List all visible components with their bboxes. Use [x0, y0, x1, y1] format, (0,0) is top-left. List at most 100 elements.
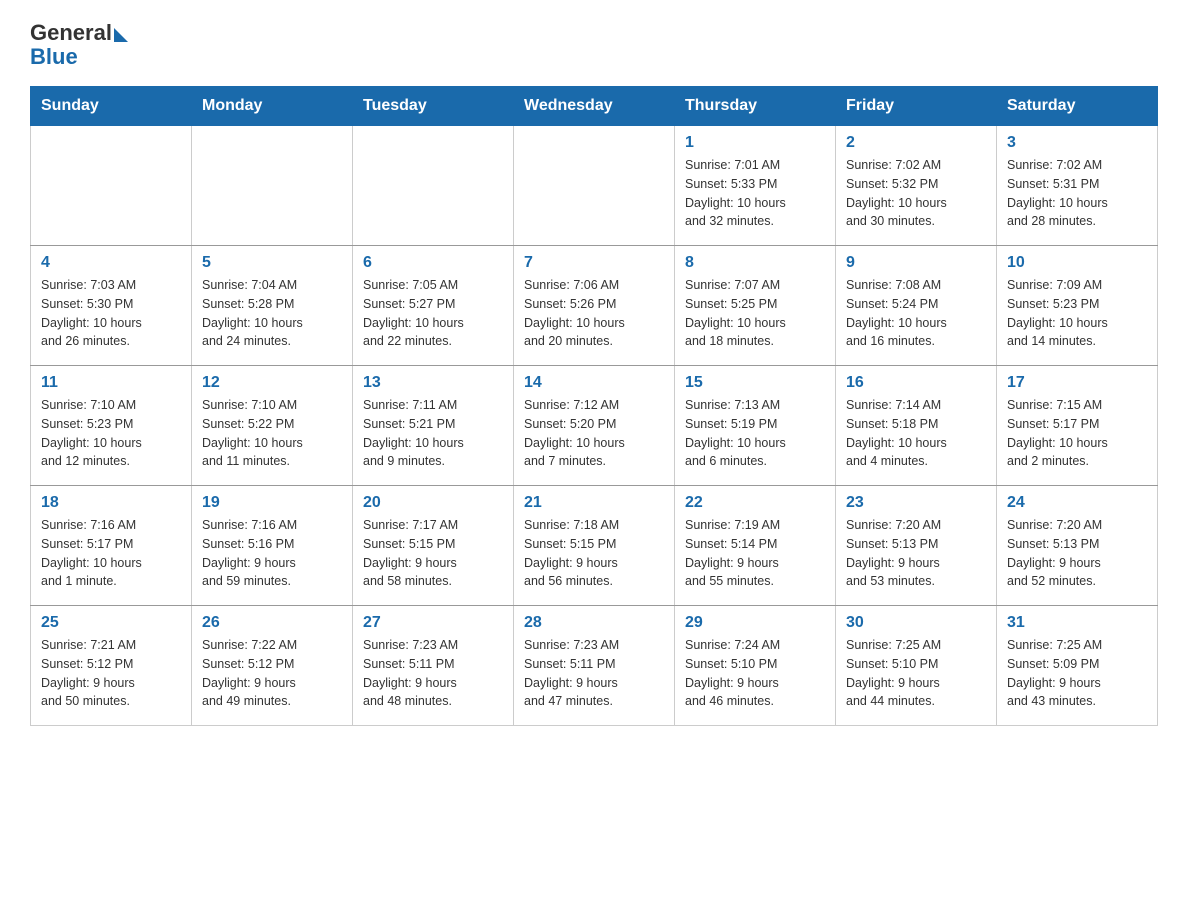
day-number: 16	[846, 374, 986, 392]
calendar-cell: 14 Sunrise: 7:12 AMSunset: 5:20 PMDayligh…	[514, 366, 675, 486]
day-info: Sunrise: 7:14 AMSunset: 5:18 PMDaylight:…	[846, 396, 986, 471]
calendar-cell	[31, 126, 192, 246]
calendar-cell: 21Sunrise: 7:18 AMSunset: 5:15 PMDayligh…	[514, 486, 675, 606]
day-info: Sunrise: 7:01 AMSunset: 5:33 PMDaylight:…	[685, 156, 825, 231]
day-number: 26	[202, 614, 342, 632]
calendar-cell: 31 Sunrise: 7:25 AMSunset: 5:09 PMDayligh…	[997, 606, 1158, 726]
calendar-cell: 8Sunrise: 7:07 AMSunset: 5:25 PMDaylight…	[675, 246, 836, 366]
calendar-week-5: 25 Sunrise: 7:21 AMSunset: 5:12 PMDayligh…	[31, 606, 1158, 726]
day-number: 10	[1007, 254, 1147, 272]
day-info: Sunrise: 7:23 AMSunset: 5:11 PMDaylight:…	[363, 636, 503, 711]
calendar-cell: 13Sunrise: 7:11 AMSunset: 5:21 PMDayligh…	[353, 366, 514, 486]
calendar-cell: 22Sunrise: 7:19 AMSunset: 5:14 PMDayligh…	[675, 486, 836, 606]
day-number: 1	[685, 134, 825, 152]
calendar-cell	[192, 126, 353, 246]
calendar-week-1: 1 Sunrise: 7:01 AMSunset: 5:33 PMDaylight…	[31, 126, 1158, 246]
day-info: Sunrise: 7:17 AMSunset: 5:15 PMDaylight:…	[363, 516, 503, 591]
calendar-cell: 6 Sunrise: 7:05 AMSunset: 5:27 PMDaylight…	[353, 246, 514, 366]
day-info: Sunrise: 7:02 AMSunset: 5:31 PMDaylight:…	[1007, 156, 1147, 231]
weekday-header-sunday: Sunday	[31, 87, 192, 126]
day-number: 24	[1007, 494, 1147, 512]
weekday-header-monday: Monday	[192, 87, 353, 126]
calendar-body: 1 Sunrise: 7:01 AMSunset: 5:33 PMDaylight…	[31, 126, 1158, 726]
calendar-cell	[514, 126, 675, 246]
day-number: 30	[846, 614, 986, 632]
day-info: Sunrise: 7:13 AMSunset: 5:19 PMDaylight:…	[685, 396, 825, 471]
day-info: Sunrise: 7:20 AMSunset: 5:13 PMDaylight:…	[846, 516, 986, 591]
day-number: 9	[846, 254, 986, 272]
day-number: 13	[363, 374, 503, 392]
day-info: Sunrise: 7:19 AMSunset: 5:14 PMDaylight:…	[685, 516, 825, 591]
calendar-cell: 15 Sunrise: 7:13 AMSunset: 5:19 PMDayligh…	[675, 366, 836, 486]
calendar-header: SundayMondayTuesdayWednesdayThursdayFrid…	[31, 87, 1158, 126]
logo-triangle-icon	[114, 28, 128, 42]
day-info: Sunrise: 7:25 AMSunset: 5:09 PMDaylight:…	[1007, 636, 1147, 711]
day-number: 28	[524, 614, 664, 632]
day-info: Sunrise: 7:16 AMSunset: 5:17 PMDaylight:…	[41, 516, 181, 591]
calendar-cell: 11 Sunrise: 7:10 AMSunset: 5:23 PMDayligh…	[31, 366, 192, 486]
day-number: 29	[685, 614, 825, 632]
calendar-table: SundayMondayTuesdayWednesdayThursdayFrid…	[30, 86, 1158, 726]
calendar-cell: 18 Sunrise: 7:16 AMSunset: 5:17 PMDayligh…	[31, 486, 192, 606]
day-info: Sunrise: 7:21 AMSunset: 5:12 PMDaylight:…	[41, 636, 181, 711]
day-info: Sunrise: 7:05 AMSunset: 5:27 PMDaylight:…	[363, 276, 503, 351]
page-header: General Blue	[30, 20, 1158, 70]
weekday-header-thursday: Thursday	[675, 87, 836, 126]
weekday-header-tuesday: Tuesday	[353, 87, 514, 126]
calendar-cell	[353, 126, 514, 246]
day-info: Sunrise: 7:09 AMSunset: 5:23 PMDaylight:…	[1007, 276, 1147, 351]
calendar-cell: 26 Sunrise: 7:22 AMSunset: 5:12 PMDayligh…	[192, 606, 353, 726]
logo-general: General	[30, 20, 112, 46]
calendar-cell: 17 Sunrise: 7:15 AMSunset: 5:17 PMDayligh…	[997, 366, 1158, 486]
day-number: 18	[41, 494, 181, 512]
calendar-cell: 30Sunrise: 7:25 AMSunset: 5:10 PMDayligh…	[836, 606, 997, 726]
day-info: Sunrise: 7:22 AMSunset: 5:12 PMDaylight:…	[202, 636, 342, 711]
calendar-cell: 23 Sunrise: 7:20 AMSunset: 5:13 PMDayligh…	[836, 486, 997, 606]
calendar-cell: 24 Sunrise: 7:20 AMSunset: 5:13 PMDayligh…	[997, 486, 1158, 606]
day-info: Sunrise: 7:10 AMSunset: 5:23 PMDaylight:…	[41, 396, 181, 471]
day-info: Sunrise: 7:07 AMSunset: 5:25 PMDaylight:…	[685, 276, 825, 351]
calendar-cell: 9 Sunrise: 7:08 AMSunset: 5:24 PMDaylight…	[836, 246, 997, 366]
day-info: Sunrise: 7:20 AMSunset: 5:13 PMDaylight:…	[1007, 516, 1147, 591]
weekday-header-wednesday: Wednesday	[514, 87, 675, 126]
day-number: 3	[1007, 134, 1147, 152]
day-number: 11	[41, 374, 181, 392]
day-info: Sunrise: 7:16 AMSunset: 5:16 PMDaylight:…	[202, 516, 342, 591]
calendar-cell: 29 Sunrise: 7:24 AMSunset: 5:10 PMDayligh…	[675, 606, 836, 726]
day-info: Sunrise: 7:08 AMSunset: 5:24 PMDaylight:…	[846, 276, 986, 351]
calendar-cell: 27 Sunrise: 7:23 AMSunset: 5:11 PMDayligh…	[353, 606, 514, 726]
day-number: 25	[41, 614, 181, 632]
day-number: 31	[1007, 614, 1147, 632]
day-info: Sunrise: 7:02 AMSunset: 5:32 PMDaylight:…	[846, 156, 986, 231]
calendar-cell: 10 Sunrise: 7:09 AMSunset: 5:23 PMDayligh…	[997, 246, 1158, 366]
day-number: 27	[363, 614, 503, 632]
day-info: Sunrise: 7:12 AMSunset: 5:20 PMDaylight:…	[524, 396, 664, 471]
calendar-cell: 2 Sunrise: 7:02 AMSunset: 5:32 PMDaylight…	[836, 126, 997, 246]
weekday-header-friday: Friday	[836, 87, 997, 126]
day-number: 17	[1007, 374, 1147, 392]
calendar-cell: 19 Sunrise: 7:16 AMSunset: 5:16 PMDayligh…	[192, 486, 353, 606]
day-number: 19	[202, 494, 342, 512]
day-info: Sunrise: 7:15 AMSunset: 5:17 PMDaylight:…	[1007, 396, 1147, 471]
calendar-cell: 12Sunrise: 7:10 AMSunset: 5:22 PMDayligh…	[192, 366, 353, 486]
day-number: 15	[685, 374, 825, 392]
day-info: Sunrise: 7:10 AMSunset: 5:22 PMDaylight:…	[202, 396, 342, 471]
calendar-week-3: 11 Sunrise: 7:10 AMSunset: 5:23 PMDayligh…	[31, 366, 1158, 486]
day-number: 14	[524, 374, 664, 392]
calendar-cell: 1 Sunrise: 7:01 AMSunset: 5:33 PMDaylight…	[675, 126, 836, 246]
calendar-cell: 5Sunrise: 7:04 AMSunset: 5:28 PMDaylight…	[192, 246, 353, 366]
day-number: 7	[524, 254, 664, 272]
day-number: 6	[363, 254, 503, 272]
calendar-cell: 3 Sunrise: 7:02 AMSunset: 5:31 PMDaylight…	[997, 126, 1158, 246]
logo-blue: Blue	[30, 44, 128, 70]
day-number: 23	[846, 494, 986, 512]
weekday-header-saturday: Saturday	[997, 87, 1158, 126]
day-info: Sunrise: 7:24 AMSunset: 5:10 PMDaylight:…	[685, 636, 825, 711]
calendar-cell: 16 Sunrise: 7:14 AMSunset: 5:18 PMDayligh…	[836, 366, 997, 486]
day-number: 21	[524, 494, 664, 512]
day-number: 4	[41, 254, 181, 272]
day-number: 2	[846, 134, 986, 152]
calendar-cell: 28Sunrise: 7:23 AMSunset: 5:11 PMDayligh…	[514, 606, 675, 726]
day-info: Sunrise: 7:06 AMSunset: 5:26 PMDaylight:…	[524, 276, 664, 351]
calendar-week-4: 18 Sunrise: 7:16 AMSunset: 5:17 PMDayligh…	[31, 486, 1158, 606]
